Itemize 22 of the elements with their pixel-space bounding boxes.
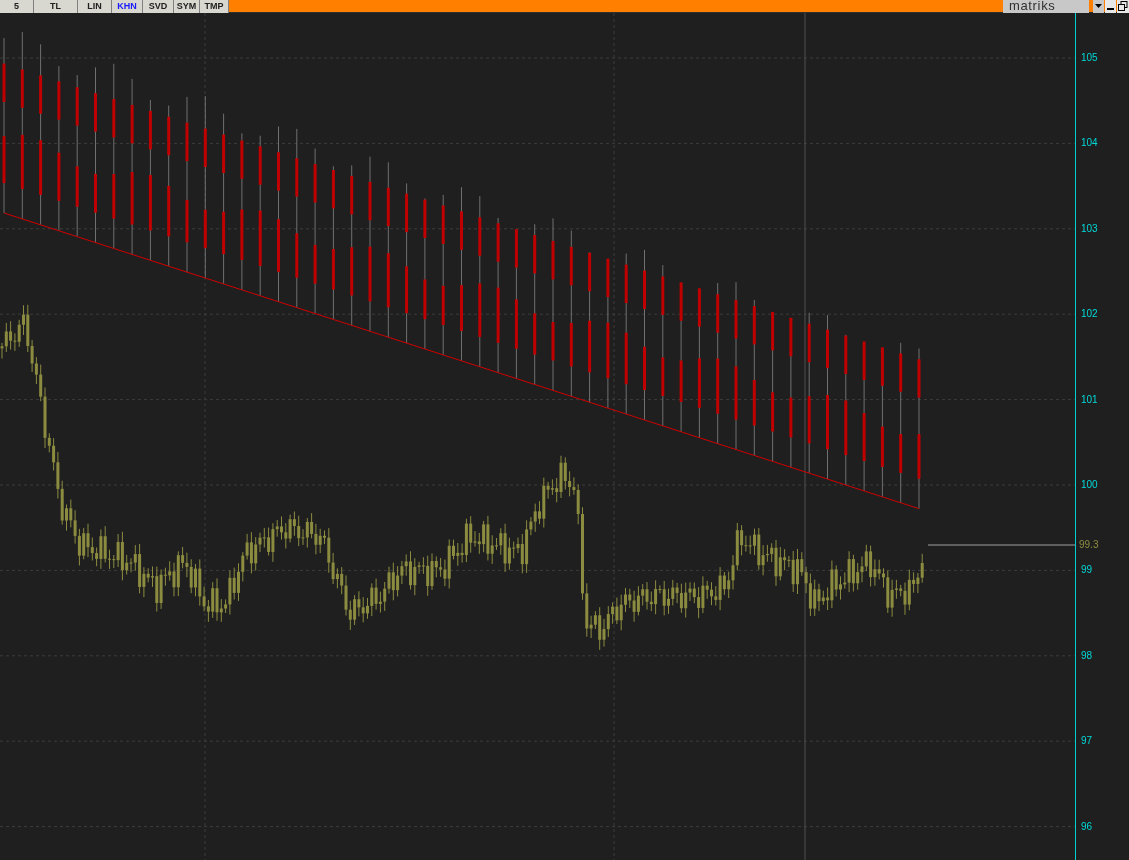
axis-tick-label: 104 bbox=[1081, 137, 1098, 150]
toolbar-tab[interactable]: LIN bbox=[78, 0, 112, 13]
axis-tick-label: 96 bbox=[1081, 820, 1093, 833]
toolbar-tab[interactable]: KHN bbox=[112, 0, 143, 13]
matriks-logo: matriks bbox=[1003, 0, 1089, 13]
minimize-icon[interactable] bbox=[1105, 0, 1116, 13]
axis-tick-label: 98 bbox=[1081, 649, 1093, 662]
dropdown-icon[interactable] bbox=[1093, 0, 1104, 13]
axis-tick-label: 100 bbox=[1081, 479, 1098, 491]
axis-tick-label: 101 bbox=[1081, 393, 1098, 406]
toolbar-tab[interactable]: TL bbox=[34, 0, 78, 13]
toolbar-tab[interactable]: SYM bbox=[174, 0, 200, 13]
toolbar-tab[interactable]: SVD bbox=[143, 0, 174, 13]
axis-tick-label: 99 bbox=[1081, 564, 1093, 577]
restore-icon[interactable] bbox=[1117, 0, 1129, 13]
toolbar-tab[interactable]: 5 bbox=[0, 0, 34, 13]
axis-tick-label: 102 bbox=[1081, 308, 1098, 321]
last-price-label: 99.3 bbox=[1079, 539, 1099, 551]
axis-tick-label: 105 bbox=[1081, 52, 1098, 64]
toolbar-tab[interactable]: TMP bbox=[200, 0, 229, 13]
axis-tick-label: 103 bbox=[1081, 222, 1098, 235]
axis-tick-label: 97 bbox=[1081, 735, 1093, 748]
